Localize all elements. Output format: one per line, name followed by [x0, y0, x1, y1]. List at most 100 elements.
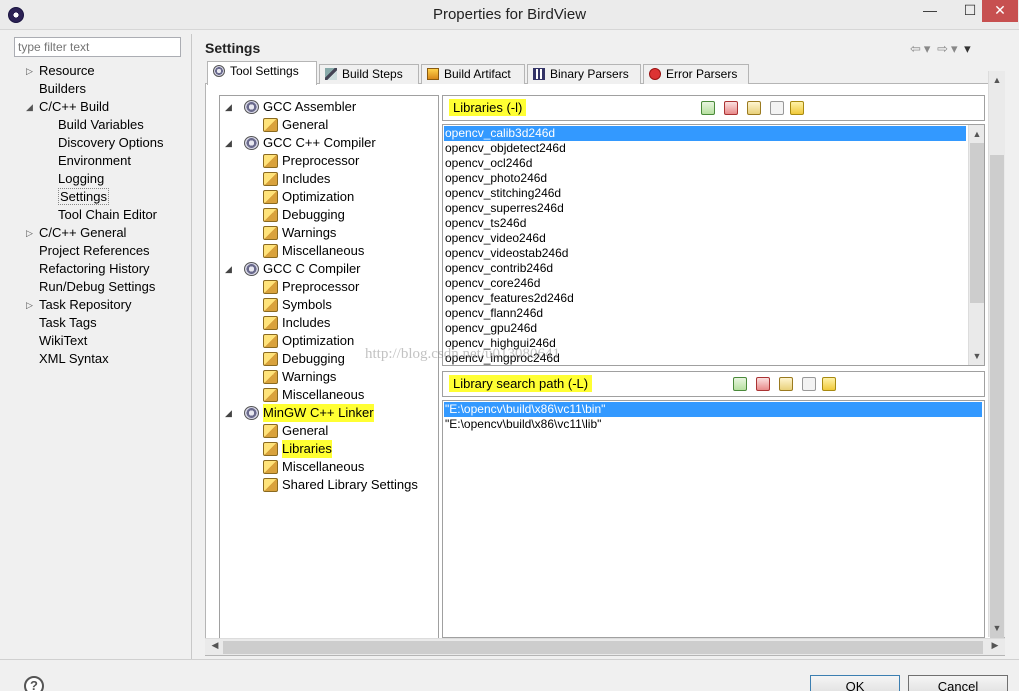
tree-node-label: MinGW C++ Linker — [263, 404, 374, 422]
scroll-down-arrow-icon[interactable]: ▼ — [969, 349, 984, 363]
nav-item[interactable]: Task Tags — [39, 314, 97, 332]
list-item[interactable]: opencv_calib3d246d — [444, 126, 966, 141]
scroll-down-arrow-icon[interactable]: ▼ — [989, 621, 1005, 635]
move-up-icon[interactable] — [802, 377, 816, 391]
tree-node-label: Debugging — [282, 207, 345, 222]
edit-icon[interactable] — [779, 377, 793, 391]
tree-node-label: Includes — [282, 171, 331, 186]
libraries-list[interactable]: ▲ ▼ opencv_calib3d246d opencv_objdetect24… — [442, 124, 985, 366]
nav-item-label: Discovery Options — [58, 135, 164, 150]
edit-icon[interactable] — [747, 101, 761, 115]
help-icon[interactable]: ? — [24, 676, 44, 691]
add-icon[interactable] — [701, 101, 715, 115]
list-item[interactable]: opencv_core246d — [444, 276, 966, 291]
nav-item[interactable]: Build Variables — [58, 116, 144, 134]
tab-build-artifact[interactable]: Build Artifact — [421, 64, 525, 84]
move-up-icon[interactable] — [770, 101, 784, 115]
tree-node-label: Symbols — [282, 297, 332, 312]
list-item[interactable]: opencv_ocl246d — [444, 156, 966, 171]
libraries-scroll-thumb[interactable] — [970, 143, 984, 303]
nav-item[interactable]: Tool Chain Editor — [58, 206, 157, 224]
nav-item[interactable]: WikiText — [39, 332, 87, 350]
list-item[interactable]: opencv_ts246d — [444, 216, 966, 231]
expanded-twisty-icon[interactable]: ◢ — [26, 98, 33, 116]
nav-item[interactable]: ▷ Task Repository — [26, 296, 131, 314]
nav-item-label: C/C++ General — [39, 225, 127, 240]
expanded-twisty-icon[interactable]: ◢ — [225, 260, 232, 278]
delete-icon[interactable] — [756, 377, 770, 391]
nav-item[interactable]: XML Syntax — [39, 350, 109, 368]
tab-label: Binary Parsers — [550, 67, 629, 81]
back-arrow-icon[interactable]: ⇦ — [910, 41, 921, 57]
tab-label: Build Artifact — [444, 67, 511, 81]
tab-build-artifact-icon — [427, 68, 439, 80]
library-paths-list[interactable]: "E:\opencv\build\x86\vc11\bin" "E:\opencv… — [442, 400, 985, 638]
nav-item[interactable]: Environment — [58, 152, 131, 170]
list-item[interactable]: "E:\opencv\build\x86\vc11\bin" — [444, 402, 982, 417]
list-item[interactable]: opencv_objdetect246d — [444, 141, 966, 156]
list-item[interactable]: opencv_gpu246d — [444, 321, 966, 336]
delete-icon[interactable] — [724, 101, 738, 115]
pane-divider[interactable] — [191, 34, 192, 659]
expanded-twisty-icon[interactable]: ◢ — [225, 404, 232, 422]
list-item[interactable]: opencv_superres246d — [444, 201, 966, 216]
option-category-icon — [263, 388, 278, 402]
list-item[interactable]: opencv_video246d — [444, 231, 966, 246]
expanded-twisty-icon[interactable]: ◢ — [225, 98, 232, 116]
list-item[interactable]: opencv_contrib246d — [444, 261, 966, 276]
list-item[interactable]: opencv_flann246d — [444, 306, 966, 321]
nav-item[interactable]: ▷ C/C++ General — [26, 224, 127, 242]
ok-button[interactable]: OK — [810, 675, 900, 691]
list-item[interactable]: opencv_photo246d — [444, 171, 966, 186]
horizontal-scroll-thumb[interactable] — [223, 641, 983, 654]
cancel-button[interactable]: Cancel — [908, 675, 1008, 691]
nav-item[interactable]: Discovery Options — [58, 134, 163, 152]
move-down-icon[interactable] — [822, 377, 836, 391]
nav-item[interactable]: Project References — [39, 242, 150, 260]
list-item[interactable]: opencv_features2d246d — [444, 291, 966, 306]
list-item[interactable]: opencv_videostab246d — [444, 246, 966, 261]
settings-scroll-thumb[interactable] — [990, 155, 1004, 653]
nav-item[interactable]: Settings — [58, 188, 109, 206]
minimize-button[interactable]: — — [918, 0, 942, 22]
nav-item[interactable]: Logging — [58, 170, 104, 188]
nav-item-label: XML Syntax — [39, 351, 109, 366]
settings-horizontal-scrollbar[interactable]: ◀ ▶ — [205, 638, 1005, 655]
nav-item[interactable]: ◢ C/C++ Build — [26, 98, 110, 116]
tab-build-steps[interactable]: Build Steps — [319, 64, 419, 84]
scroll-up-arrow-icon[interactable]: ▲ — [969, 127, 984, 141]
tab-label: Error Parsers — [666, 67, 738, 81]
tab-binary-parsers[interactable]: Binary Parsers — [527, 64, 641, 84]
nav-item[interactable]: Run/Debug Settings — [39, 278, 155, 296]
scroll-right-arrow-icon[interactable]: ▶ — [987, 640, 1003, 651]
nav-item[interactable]: ▷ Resource — [26, 62, 95, 80]
maximize-button[interactable]: ☐ — [960, 0, 980, 22]
tree-node-label: Miscellaneous — [282, 459, 365, 474]
scroll-up-arrow-icon[interactable]: ▲ — [989, 73, 1005, 87]
libraries-scrollbar[interactable]: ▲ ▼ — [968, 125, 984, 365]
scroll-left-arrow-icon[interactable]: ◀ — [207, 640, 223, 651]
list-item[interactable]: "E:\opencv\build\x86\vc11\lib" — [444, 417, 982, 432]
title-bar: Properties for BirdView — ☐ ✕ — [0, 0, 1019, 30]
back-dropdown-icon[interactable]: ▾ — [924, 41, 931, 57]
tree-node-label: Includes — [282, 315, 331, 330]
forward-dropdown-icon[interactable]: ▾ — [951, 41, 958, 57]
add-icon[interactable] — [733, 377, 747, 391]
nav-item[interactable]: Refactoring History — [39, 260, 150, 278]
forward-arrow-icon[interactable]: ⇨ — [937, 41, 948, 57]
collapsed-twisty-icon[interactable]: ▷ — [26, 224, 33, 242]
list-item[interactable]: opencv_stitching246d — [444, 186, 966, 201]
tab-tool-settings[interactable]: Tool Settings — [207, 61, 317, 85]
collapsed-twisty-icon[interactable]: ▷ — [26, 296, 33, 314]
tab-error-parsers[interactable]: Error Parsers — [643, 64, 749, 84]
close-button[interactable]: ✕ — [982, 0, 1018, 22]
collapsed-twisty-icon[interactable]: ▷ — [26, 62, 33, 80]
nav-item-label: C/C++ Build — [39, 99, 110, 114]
option-category-icon — [263, 442, 278, 456]
view-menu-icon[interactable]: ▾ — [964, 41, 971, 57]
settings-vertical-scrollbar[interactable]: ▲ ▼ — [988, 71, 1005, 653]
move-down-icon[interactable] — [790, 101, 804, 115]
expanded-twisty-icon[interactable]: ◢ — [225, 134, 232, 152]
nav-item[interactable]: Builders — [39, 80, 86, 98]
filter-input[interactable] — [14, 37, 181, 57]
